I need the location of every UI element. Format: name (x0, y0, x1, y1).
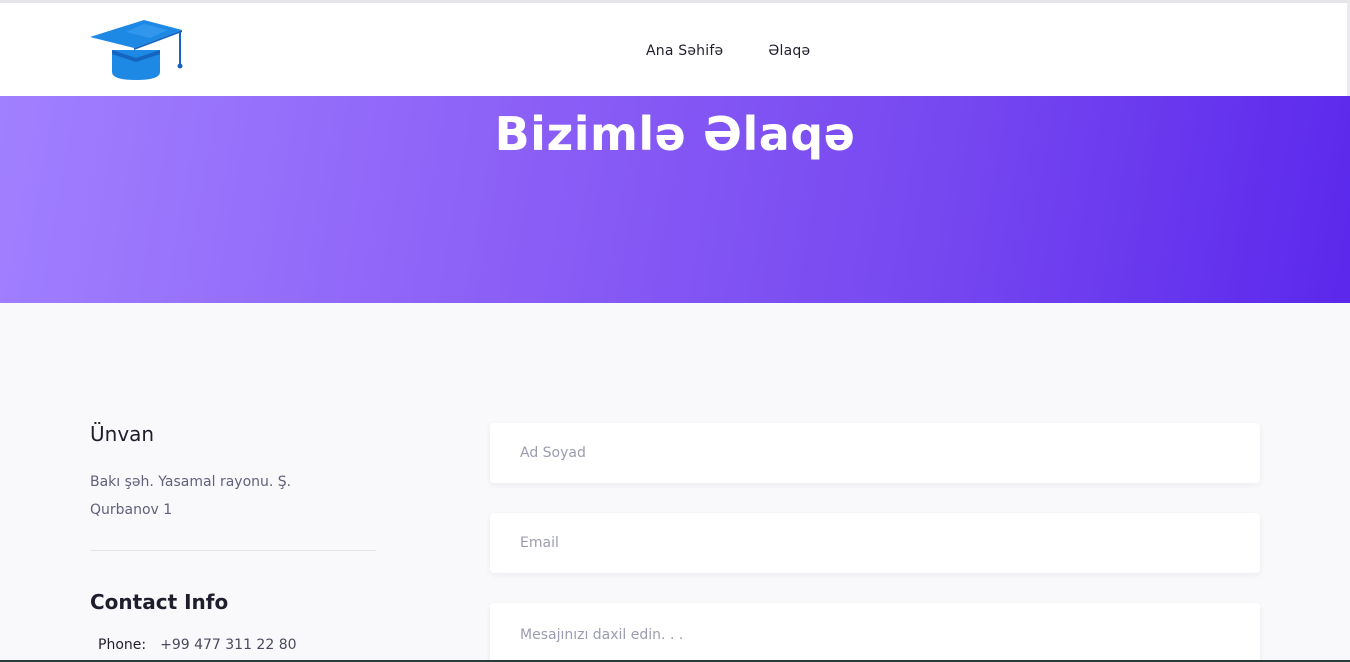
contact-info-heading: Contact Info (90, 590, 229, 614)
info-divider (90, 550, 376, 551)
main-nav: Ana Səhifə Əlaqə (646, 43, 810, 59)
address-heading: Ünvan (90, 422, 155, 446)
phone-value: +99 477 311 22 80 (160, 637, 297, 653)
address-text: Bakı şəh. Yasamal rayonu. Ş. Qurbanov 1 (90, 468, 320, 524)
nav-contact-link[interactable]: Əlaqə (768, 43, 810, 59)
address-line-1: Bakı şəh. Yasamal rayonu. Ş. (90, 474, 292, 490)
site-header: Ana Səhifə Əlaqə (0, 3, 1350, 96)
graduation-cap-logo-icon[interactable] (90, 20, 186, 82)
name-input[interactable] (490, 423, 1260, 483)
email-input[interactable] (490, 513, 1260, 573)
phone-row: Phone: +99 477 311 22 80 (98, 637, 297, 653)
nav-home-link[interactable]: Ana Səhifə (646, 43, 723, 59)
contact-page: Ana Səhifə Əlaqə Bizimlə Əlaqə Ünvan Bak… (0, 0, 1350, 662)
address-line-2: Qurbanov 1 (90, 502, 173, 518)
address-block: Ünvan Bakı şəh. Yasamal rayonu. Ş. Qurba… (90, 420, 376, 551)
phone-label: Phone: (98, 637, 147, 653)
page-title: Bizimlə Əlaqə (494, 107, 856, 161)
message-textarea[interactable] (490, 603, 1260, 662)
